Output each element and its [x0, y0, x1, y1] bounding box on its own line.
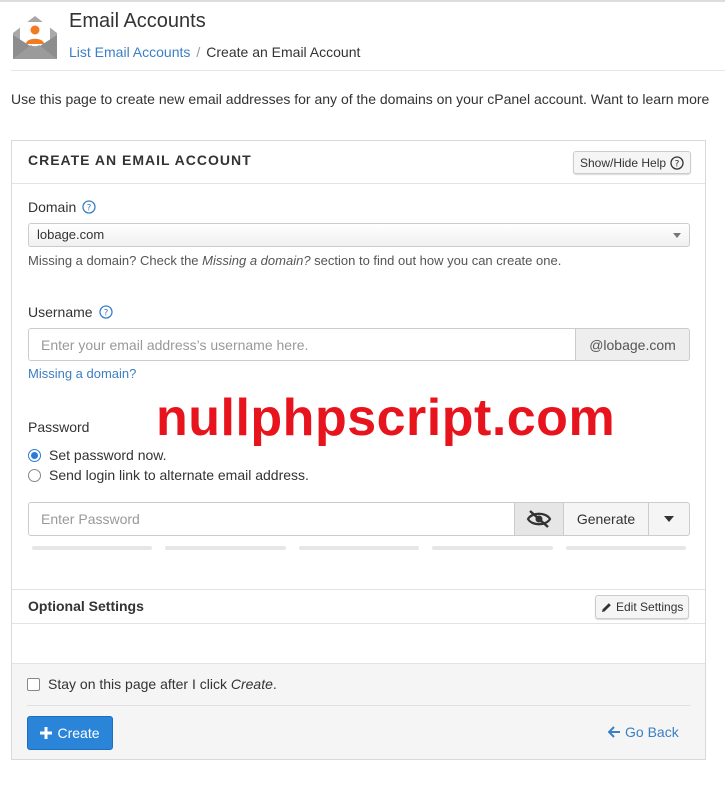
radio-send-login-link-label: Send login link to alternate email addre… [49, 467, 309, 483]
breadcrumb-separator: / [196, 44, 201, 60]
password-strength-meter [32, 546, 687, 550]
radio-send-login-link[interactable]: Send login link to alternate email addre… [28, 467, 309, 483]
panel-title: CREATE AN EMAIL ACCOUNT [28, 152, 252, 168]
breadcrumb-current: Create an Email Account [206, 44, 361, 60]
radio-set-password[interactable]: Set password now. [28, 447, 167, 463]
optional-settings-divider [12, 589, 705, 590]
svg-text:?: ? [87, 203, 92, 213]
username-domain-addon: @lobage.com [576, 328, 690, 361]
intro-text: Use this page to create new email addres… [11, 91, 710, 107]
arrow-left-icon [608, 726, 620, 738]
domain-hint-prefix: Missing a domain? Check the [28, 253, 203, 268]
password-input[interactable]: Enter Password [28, 502, 515, 536]
domain-help-icon[interactable]: ? [82, 200, 96, 214]
strength-segment [432, 546, 553, 550]
strength-segment [165, 546, 286, 550]
strength-segment [298, 546, 420, 550]
chevron-down-icon [673, 233, 681, 238]
create-button-label: Create [57, 725, 100, 741]
missing-domain-link[interactable]: Missing a domain? [28, 366, 136, 381]
stay-label-prefix: Stay on this page after I click [48, 676, 231, 692]
go-back-label: Go Back [625, 724, 679, 740]
breadcrumb-list-email-accounts[interactable]: List Email Accounts [69, 44, 190, 60]
breadcrumb: List Email Accounts / Create an Email Acco… [69, 44, 360, 60]
stay-on-page-label: Stay on this page after I click Create. [48, 676, 277, 692]
password-label-row: Password [28, 419, 89, 435]
plus-icon [40, 727, 53, 739]
domain-label: Domain [28, 199, 77, 215]
svg-text:?: ? [675, 159, 680, 169]
stay-on-page-checkbox[interactable] [27, 677, 40, 691]
help-button-label: Show/Hide Help [580, 155, 667, 170]
eye-slash-icon [526, 510, 552, 528]
watermark-text: nullphpscript.com [156, 389, 616, 447]
domain-select[interactable]: lobage.com [28, 223, 690, 247]
radio-set-password-control[interactable] [28, 448, 41, 462]
go-back-link[interactable]: Go Back [608, 724, 679, 740]
stay-on-page-option[interactable]: Stay on this page after I click Create. [27, 676, 277, 692]
create-button[interactable]: Create [27, 716, 113, 750]
show-hide-help-button[interactable]: Show/Hide Help ? [573, 151, 692, 174]
page-title: Email Accounts [69, 10, 206, 32]
footer-divider [27, 705, 690, 706]
generate-password-button[interactable]: Generate [564, 502, 649, 536]
edit-settings-label: Edit Settings [616, 600, 684, 614]
caret-down-icon [664, 516, 674, 522]
username-input[interactable]: Enter your email address’s username here… [28, 328, 576, 361]
question-circle-icon: ? [670, 155, 684, 170]
panel-footer: Stay on this page after I click Create. … [12, 663, 705, 759]
panel-header-divider [12, 183, 705, 184]
generate-options-dropdown[interactable] [649, 502, 690, 536]
stay-label-suffix: . [272, 676, 277, 692]
optional-settings-title: Optional Settings [28, 598, 144, 614]
pencil-icon [602, 602, 611, 612]
stay-label-emphasis: Create [230, 676, 273, 692]
domain-hint: Missing a domain? Check the Missing a do… [28, 253, 561, 268]
radio-send-login-link-control[interactable] [28, 468, 41, 482]
email-accounts-icon [13, 16, 57, 59]
domain-hint-emphasis: Missing a domain? [202, 253, 311, 268]
edit-settings-button[interactable]: Edit Settings [595, 595, 690, 619]
top-border [0, 0, 725, 2]
strength-segment [565, 546, 687, 550]
password-input-group: Enter Password Generate [28, 502, 690, 536]
username-label-row: Username ? [28, 304, 113, 320]
optional-settings-body-divider [12, 623, 705, 624]
username-help-icon[interactable]: ? [98, 305, 113, 319]
username-input-group: Enter your email address’s username here… [28, 328, 690, 361]
svg-text:?: ? [103, 308, 108, 318]
domain-hint-suffix: section to find out how you can create o… [310, 253, 562, 268]
strength-segment [32, 546, 153, 550]
create-email-panel: CREATE AN EMAIL ACCOUNT Show/Hide Help ?… [11, 140, 706, 760]
header-divider [11, 70, 725, 71]
password-label: Password [28, 419, 90, 435]
domain-label-row: Domain ? [28, 199, 96, 215]
toggle-password-visibility-button[interactable] [515, 502, 564, 536]
radio-set-password-label: Set password now. [49, 447, 167, 463]
domain-selected-value: lobage.com [37, 227, 105, 242]
username-label: Username [28, 304, 93, 320]
